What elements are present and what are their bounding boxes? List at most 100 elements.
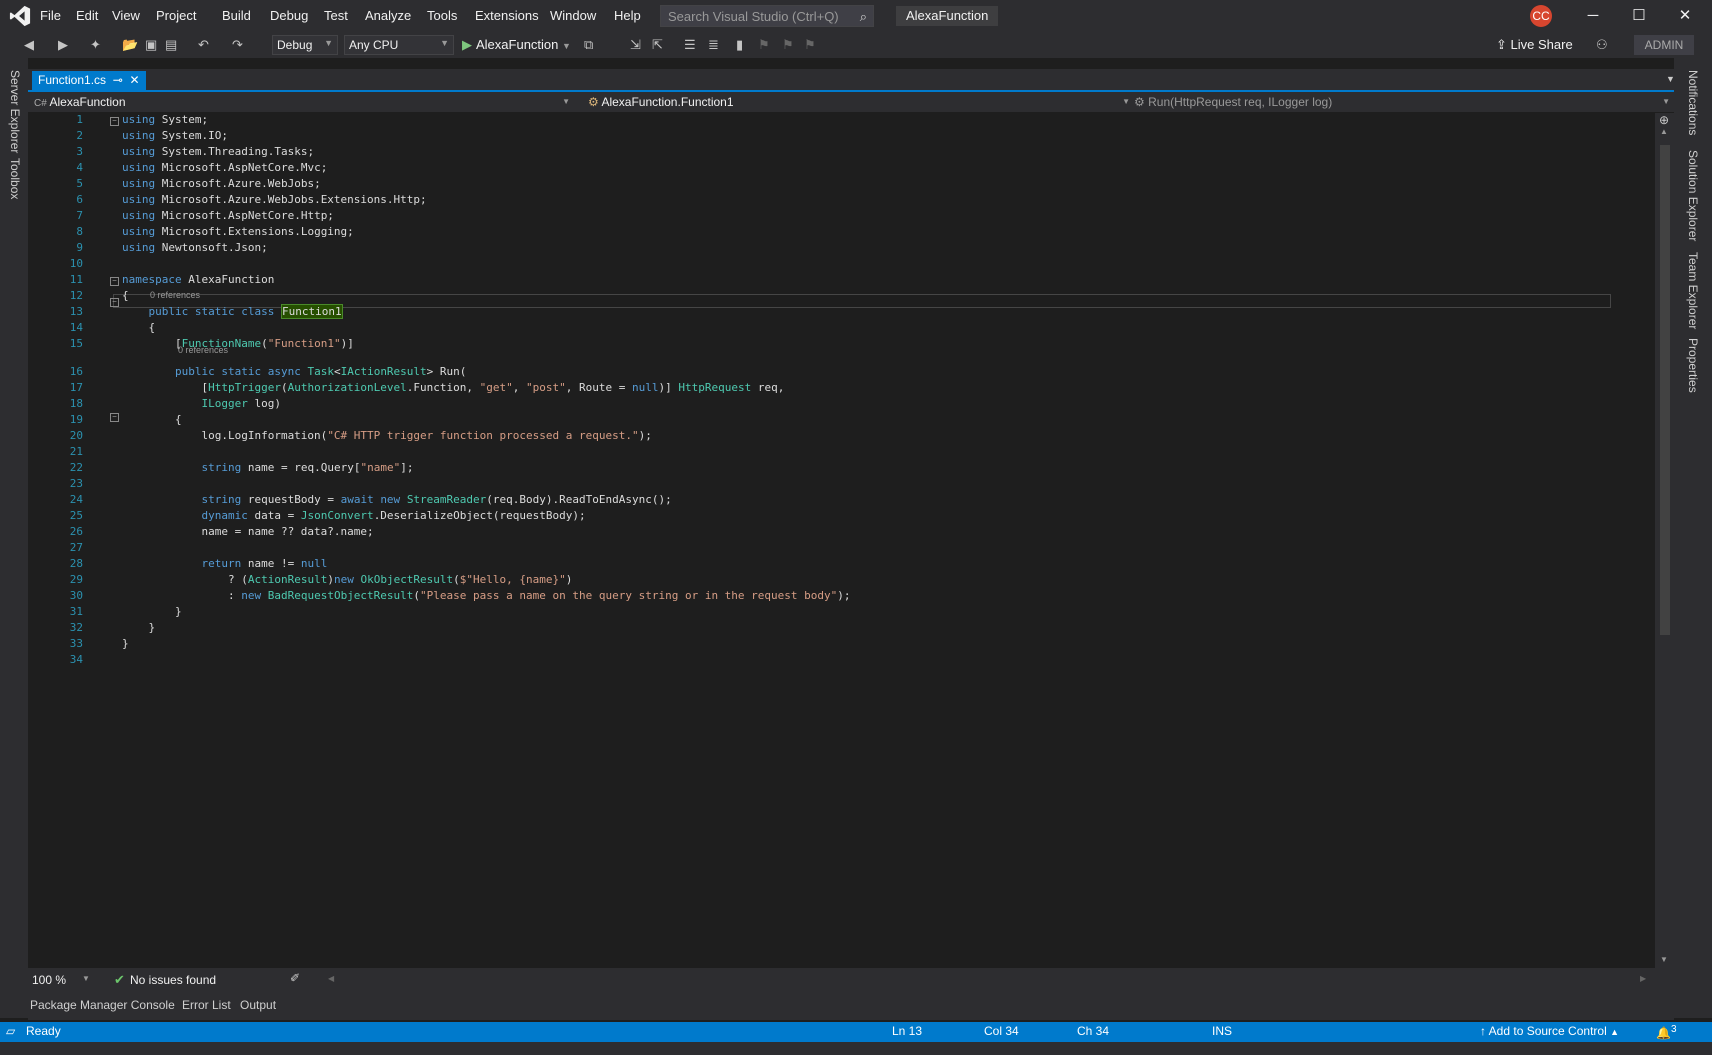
pin-icon[interactable]: ⊸ [113,73,123,87]
class-icon: ⚙ [588,95,599,109]
menu-build[interactable]: Build [222,8,251,23]
prev-bookmark-icon[interactable]: ⚑ [758,37,770,53]
next-bookmark-icon[interactable]: ⚑ [782,37,794,53]
code-lens-references[interactable]: 0 references [150,290,200,300]
fold-icon[interactable]: − [110,277,119,286]
document-tab-row [28,69,1674,92]
menu-help[interactable]: Help [614,8,641,23]
menu-debug[interactable]: Debug [270,8,308,23]
tab-package-manager-console[interactable]: Package Manager Console [30,998,175,1012]
open-file-icon[interactable]: 📂 [122,37,138,53]
maximize-icon[interactable]: ☐ [1619,4,1659,28]
tab-error-list[interactable]: Error List [182,998,231,1012]
scroll-right-icon[interactable]: ▶ [1640,974,1646,983]
team-explorer-tab[interactable]: Team Explorer [1686,252,1700,329]
status-column[interactable]: Col 34 [984,1024,1019,1038]
navigate-forward-icon[interactable]: ▶ [58,37,68,53]
menu-window[interactable]: Window [550,8,596,23]
menu-test[interactable]: Test [324,8,348,23]
close-window-icon[interactable]: ✕ [1665,4,1705,28]
properties-tab[interactable]: Properties [1686,338,1700,393]
startup-project-label: AlexaFunction [476,37,559,52]
close-icon[interactable]: ✕ [129,73,139,87]
code-line: public static class Function1 [148,304,343,319]
scroll-left-icon[interactable]: ◀ [328,974,334,983]
code-line: return name != null [201,557,328,570]
status-char[interactable]: Ch 34 [1077,1024,1109,1038]
save-all-icon[interactable]: ▤ [165,37,177,53]
minimize-icon[interactable]: ─ [1573,4,1613,28]
search-placeholder: Search Visual Studio (Ctrl+Q) [668,9,839,24]
menu-tools[interactable]: Tools [427,8,457,23]
live-share-button[interactable]: ⇪ Live Share [1496,37,1573,53]
scroll-up-icon[interactable]: ▲ [1660,127,1668,136]
source-control-button[interactable]: ↑ Add to Source Control ▲ [1480,1024,1619,1038]
chevron-down-icon[interactable]: ▼ [82,974,90,983]
toolbox-tab[interactable]: Toolbox [8,158,22,199]
fold-icon[interactable]: − [110,298,119,307]
redo-icon[interactable]: ↷ [232,37,243,53]
configuration-select[interactable]: Debug ▼ [272,35,338,55]
menu-file[interactable]: File [40,8,61,23]
line-number: 13 [69,305,83,318]
new-project-icon[interactable]: ✦ [90,37,101,53]
line-number: 21 [69,445,83,458]
step-over-icon[interactable]: ⇱ [652,37,663,53]
line-number: 25 [69,509,83,522]
code-line: using Microsoft.Extensions.Logging; [122,225,354,238]
uncomment-icon[interactable]: ≣ [708,37,719,53]
bookmark-icon[interactable]: ▮ [736,37,743,53]
code-cleanup-icon[interactable]: ✐ [290,971,300,985]
platform-select[interactable]: Any CPU ▼ [344,35,454,55]
clear-bookmarks-icon[interactable]: ⚑ [804,37,816,53]
line-number: 9 [76,241,83,254]
code-editor[interactable]: 1 2 3 4 5 6 7 8 9 10 11 12 13 14 15 16 17 18 19 20 21 22 23 24 2… [45,113,1655,968]
issues-status[interactable]: No issues found [130,973,216,987]
notifications-bell-icon[interactable]: 🔔3 [1656,1024,1677,1040]
menu-view[interactable]: View [112,8,140,23]
scrollbar-thumb[interactable] [1660,145,1670,635]
solution-explorer-tab[interactable]: Solution Explorer [1686,150,1700,241]
notifications-tab[interactable]: Notifications [1686,70,1700,135]
zoom-level[interactable]: 100 % [32,973,66,987]
status-insert-mode[interactable]: INS [1212,1024,1232,1038]
line-number: 34 [69,653,83,666]
line-number: 23 [69,477,83,490]
title-bar: File Edit View Project Build Debug Test … [0,0,1712,33]
source-control-label: Add to Source Control [1488,1024,1607,1038]
project-dropdown[interactable]: C# AlexaFunction ▼ [34,93,574,111]
status-line[interactable]: Ln 13 [892,1024,922,1038]
fold-icon[interactable]: − [110,117,119,126]
start-debugging-button[interactable]: ▶ AlexaFunction ▼ [462,37,571,53]
scroll-down-icon[interactable]: ▼ [1660,955,1668,964]
vertical-scrollbar[interactable]: ⊕ ▲ ▼ [1655,113,1674,968]
browser-link-icon[interactable]: ⧉ [584,37,593,53]
search-icon[interactable]: ⌕ [860,9,867,25]
fold-icon[interactable]: − [110,413,119,422]
tab-output[interactable]: Output [240,998,276,1012]
line-number: 5 [76,177,83,190]
split-editor-icon[interactable]: ⊕ [1659,113,1669,127]
feedback-icon[interactable]: ⚇ [1596,37,1608,53]
menu-project[interactable]: Project [156,8,196,23]
document-tab-label: Function1.cs [38,73,107,87]
admin-badge[interactable]: ADMIN [1634,35,1694,55]
comment-icon[interactable]: ☰ [684,37,696,53]
tab-overflow-icon[interactable]: ▼ [1666,74,1675,84]
menu-edit[interactable]: Edit [76,8,98,23]
type-dropdown[interactable]: ⚙ AlexaFunction.Function1 ▼ [588,93,1134,111]
step-into-icon[interactable]: ⇲ [630,37,641,53]
menu-analyze[interactable]: Analyze [365,8,411,23]
server-explorer-tab[interactable]: Server Explorer [8,70,22,153]
undo-icon[interactable]: ↶ [198,37,209,53]
menu-extensions[interactable]: Extensions [475,8,539,23]
notification-count: 3 [1670,1024,1677,1035]
document-tab[interactable]: Function1.cs ⊸ ✕ [32,71,146,90]
member-dropdown[interactable]: ⚙ Run(HttpRequest req, ILogger log) ▼ [1134,93,1674,111]
check-circle-icon: ✔ [114,972,125,987]
search-input[interactable]: Search Visual Studio (Ctrl+Q) ⌕ [660,5,874,27]
right-tool-strip: Notifications Solution Explorer Team Exp… [1674,58,1712,1018]
navigate-back-icon[interactable]: ◀ [24,37,34,53]
avatar[interactable]: CC [1530,5,1552,27]
save-icon[interactable]: ▣ [145,37,157,53]
